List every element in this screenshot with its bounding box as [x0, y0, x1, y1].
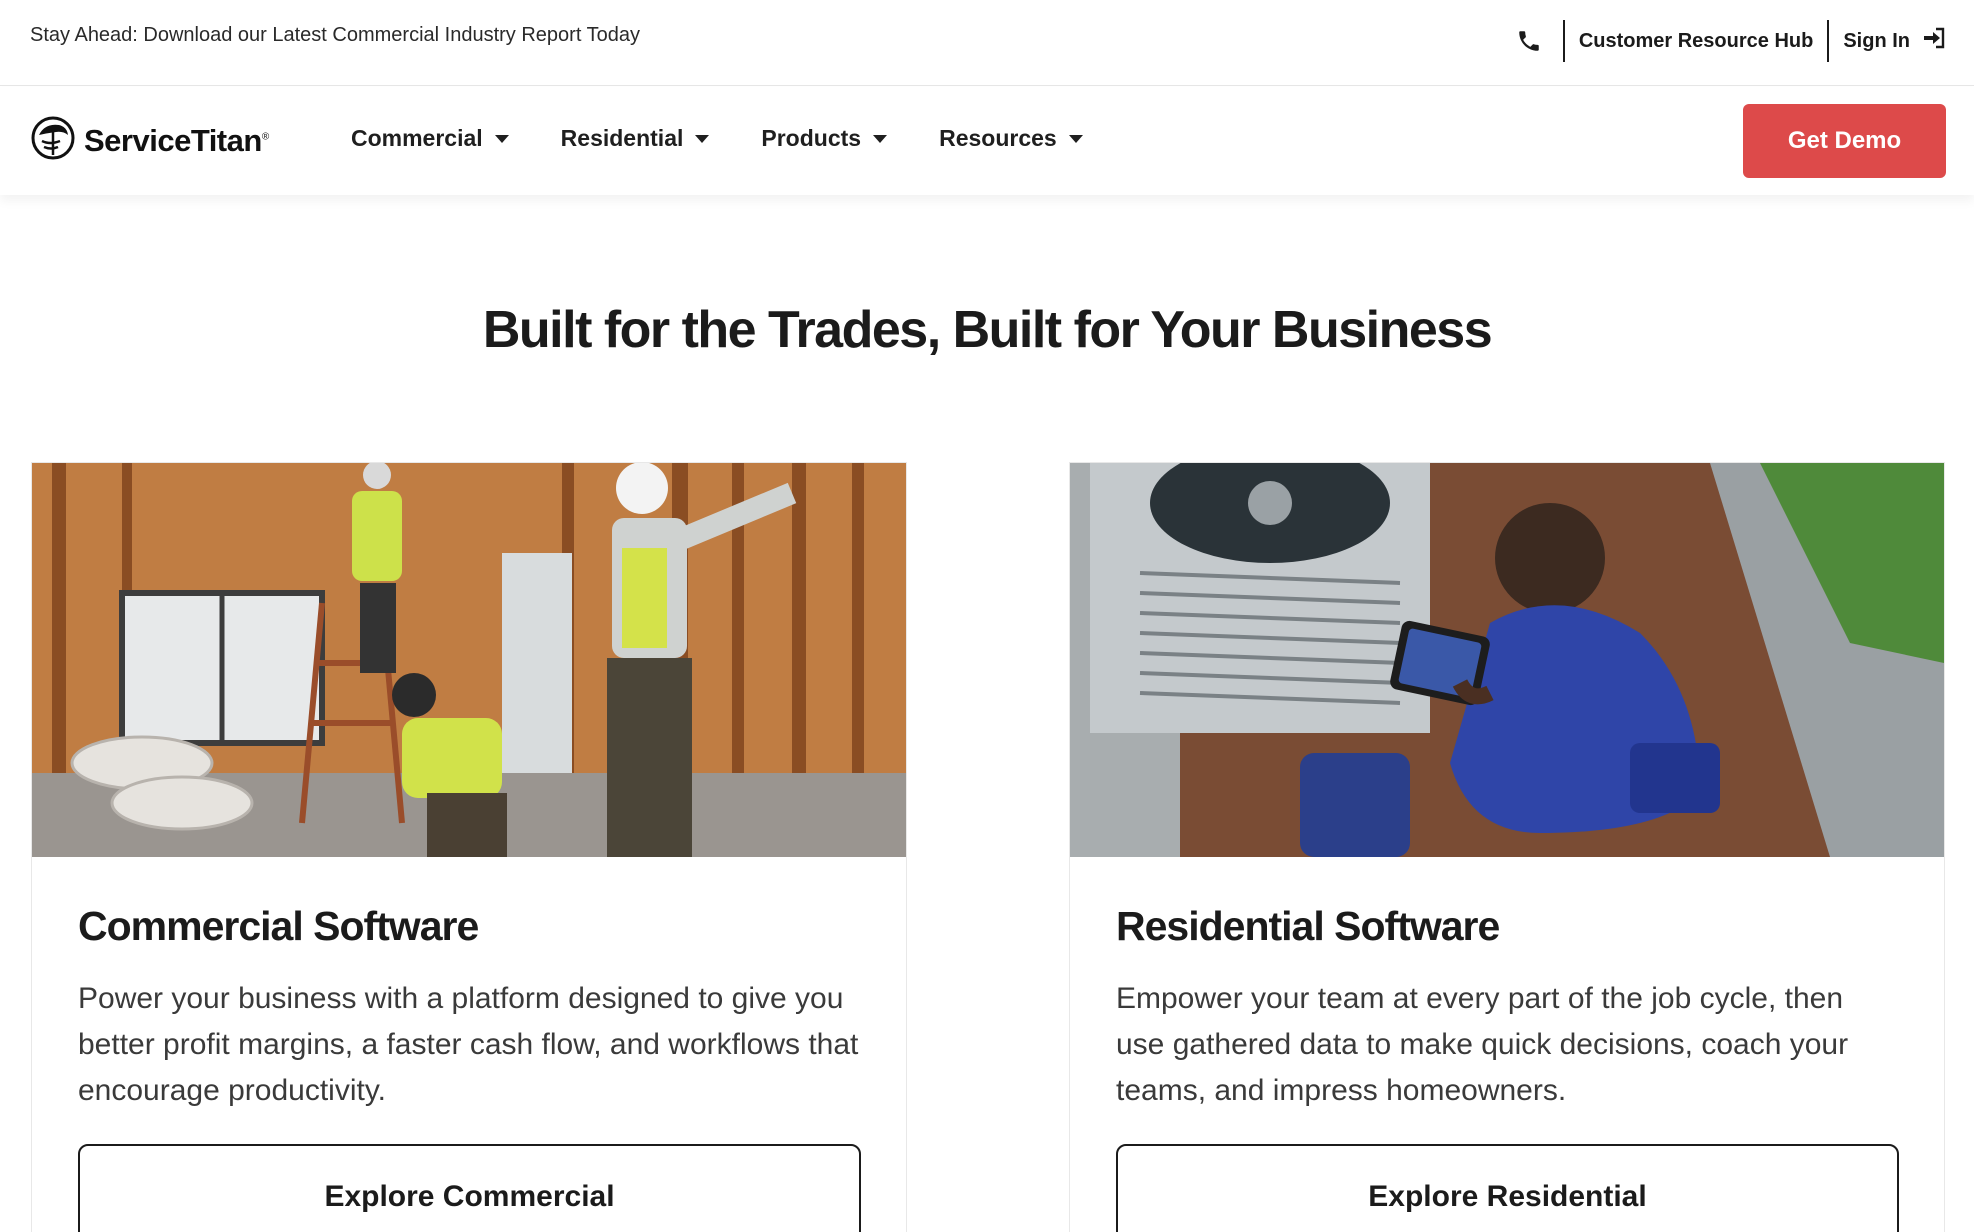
nav-item-products[interactable]: Products	[761, 125, 888, 152]
card-title: Residential Software	[1116, 903, 1500, 949]
nav-item-label: Commercial	[351, 125, 483, 151]
caret-down-icon	[873, 134, 888, 143]
caret-down-icon	[695, 134, 710, 143]
nav-item-resources[interactable]: Resources	[939, 125, 1083, 152]
nav-item-commercial[interactable]: Commercial	[351, 125, 509, 152]
card-description: Empower your team at every part of the j…	[1116, 982, 1849, 1107]
sign-in-icon	[1922, 27, 1946, 55]
caret-down-icon	[494, 134, 509, 143]
commercial-card: Commercial Software Power your business …	[31, 462, 907, 1232]
logo[interactable]: ServiceTitan®	[30, 115, 269, 166]
nav-item-label: Residential	[560, 125, 684, 151]
page-title: Built for the Trades, Built for Your Bus…	[482, 301, 1493, 359]
sign-in-link[interactable]: Sign In	[1843, 27, 1946, 55]
residential-card: Residential Software Empower your team a…	[1069, 462, 1945, 1232]
promo-link[interactable]: Stay Ahead: Download our Latest Commerci…	[30, 24, 640, 47]
nav-item-residential[interactable]: Residential	[561, 125, 710, 152]
main-nav: ServiceTitan® Commercial Residential Pro…	[0, 87, 1974, 195]
hvac-technician-tablet-photo	[1070, 463, 1944, 857]
nav-item-label: Products	[761, 125, 862, 151]
card-title: Commercial Software	[78, 903, 479, 949]
logo-wordmark: ServiceTitan®	[84, 122, 269, 158]
utility-bar: Stay Ahead: Download our Latest Commerci…	[0, 0, 1974, 86]
phone-icon[interactable]	[1509, 20, 1549, 62]
sign-in-label: Sign In	[1843, 29, 1910, 52]
explore-commercial-button[interactable]: Explore Commercial	[78, 1144, 861, 1232]
caret-down-icon	[1068, 134, 1083, 143]
nav-menu: Commercial Residential Products Resource…	[351, 125, 1135, 152]
servicetitan-logo-icon	[30, 115, 76, 166]
nav-item-label: Resources	[939, 125, 1057, 151]
divider	[1827, 20, 1830, 62]
commercial-construction-workers-photo	[32, 463, 906, 857]
divider	[1562, 20, 1565, 62]
explore-residential-button[interactable]: Explore Residential	[1116, 1144, 1899, 1232]
card-description: Power your business with a platform desi…	[78, 982, 859, 1107]
utility-links: Customer Resource Hub Sign In	[1509, 20, 1946, 62]
get-demo-button[interactable]: Get Demo	[1743, 104, 1946, 178]
customer-resource-hub-link[interactable]: Customer Resource Hub	[1579, 30, 1814, 53]
